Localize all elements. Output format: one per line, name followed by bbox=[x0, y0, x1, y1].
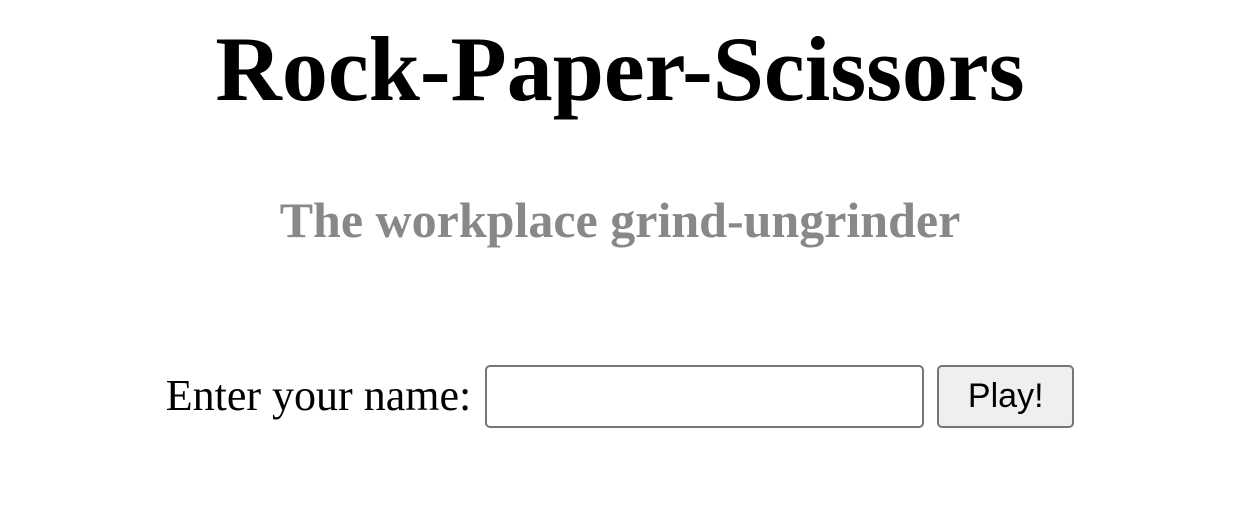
page-subtitle: The workplace grind-ungrinder bbox=[279, 192, 961, 248]
name-label: Enter your name: bbox=[165, 371, 472, 420]
page-title: Rock-Paper-Scissors bbox=[215, 18, 1025, 120]
name-input[interactable] bbox=[485, 364, 925, 428]
name-form: Enter your name: Play! bbox=[0, 363, 1240, 429]
play-button[interactable]: Play! bbox=[937, 364, 1075, 428]
